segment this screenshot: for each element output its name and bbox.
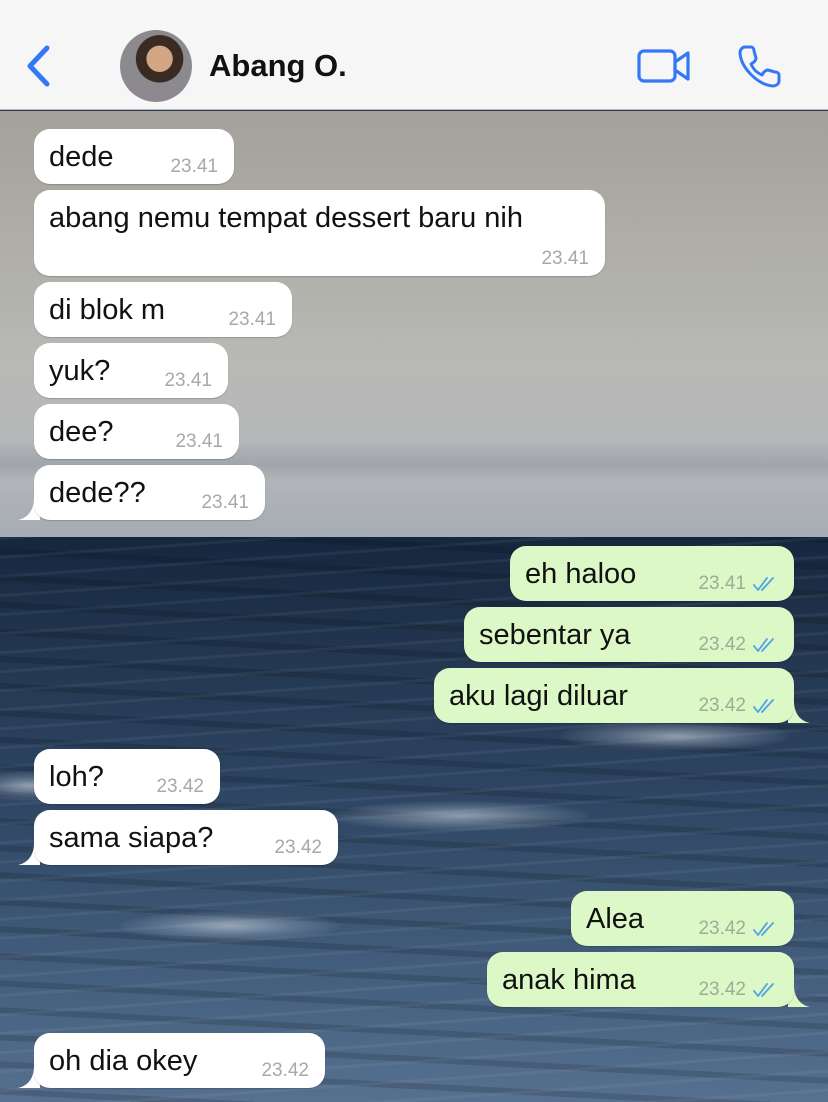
message-timestamp: 23.41	[201, 492, 249, 513]
incoming-message-bubble[interactable]: abang nemu tempat dessert baru nih 23.41	[34, 190, 605, 276]
message-text: aku lagi diluar	[449, 680, 628, 712]
double-check-icon	[753, 922, 774, 936]
message-timestamp: 23.42	[698, 918, 746, 939]
incoming-message-bubble[interactable]: dee? 23.41	[34, 404, 239, 459]
message-timestamp: 23.42	[274, 837, 322, 858]
incoming-message-bubble[interactable]: dede 23.41	[34, 129, 234, 184]
message-timestamp: 23.41	[698, 573, 746, 594]
outgoing-message-bubble[interactable]: aku lagi diluar 23.42	[434, 668, 794, 723]
message-text: anak hima	[502, 964, 636, 996]
message-timestamp: 23.42	[156, 776, 204, 797]
message-timestamp: 23.41	[164, 370, 212, 391]
message-timestamp: 23.42	[698, 695, 746, 716]
incoming-message-bubble[interactable]: oh dia okey 23.42	[34, 1033, 325, 1088]
video-camera-icon	[637, 49, 690, 83]
double-check-icon	[753, 699, 774, 713]
voice-call-button[interactable]	[736, 42, 784, 90]
incoming-message-bubble[interactable]: sama siapa? 23.42	[34, 810, 338, 865]
outgoing-message-bubble[interactable]: sebentar ya 23.42	[464, 607, 794, 662]
message-text: abang nemu tempat dessert baru nih	[49, 202, 523, 234]
phone-icon	[738, 45, 781, 88]
message-text: Alea	[586, 903, 645, 935]
outgoing-message-bubble[interactable]: anak hima 23.42	[487, 952, 794, 1007]
contact-avatar[interactable]	[120, 30, 192, 102]
outgoing-message-bubble[interactable]: eh haloo 23.41	[510, 546, 794, 601]
chevron-left-icon	[27, 45, 50, 87]
message-timestamp: 23.42	[698, 979, 746, 1000]
back-button[interactable]	[18, 40, 58, 92]
message-text: loh?	[49, 761, 104, 793]
message-text: oh dia okey	[49, 1045, 198, 1077]
wave-crest	[330, 801, 590, 831]
message-text: dede	[49, 141, 114, 173]
double-check-icon	[753, 983, 774, 997]
message-text: di blok m	[49, 294, 166, 326]
message-text: sama siapa?	[49, 822, 214, 854]
message-timestamp: 23.41	[541, 248, 589, 269]
chat-header: Abang O.	[0, 0, 828, 110]
wave-crest	[120, 911, 340, 941]
incoming-message-bubble[interactable]: yuk? 23.41	[34, 343, 228, 398]
message-text: yuk?	[49, 355, 111, 387]
message-timestamp: 23.41	[228, 309, 276, 330]
incoming-message-bubble[interactable]: di blok m 23.41	[34, 282, 292, 337]
message-text: dee?	[49, 416, 114, 448]
wave-crest	[560, 721, 790, 751]
message-text: eh haloo	[525, 558, 637, 590]
double-check-icon	[753, 577, 774, 591]
contact-name[interactable]: Abang O.	[209, 48, 347, 84]
double-check-icon	[753, 638, 774, 652]
outgoing-message-bubble[interactable]: Alea 23.42	[571, 891, 794, 946]
message-timestamp: 23.41	[175, 431, 223, 452]
video-call-button[interactable]	[636, 44, 692, 88]
message-text: sebentar ya	[479, 619, 631, 651]
message-timestamp: 23.42	[261, 1060, 309, 1081]
incoming-message-bubble[interactable]: dede?? 23.41	[34, 465, 265, 520]
message-timestamp: 23.41	[170, 156, 218, 177]
message-timestamp: 23.42	[698, 634, 746, 655]
message-text: dede??	[49, 477, 146, 509]
incoming-message-bubble[interactable]: loh? 23.42	[34, 749, 220, 804]
